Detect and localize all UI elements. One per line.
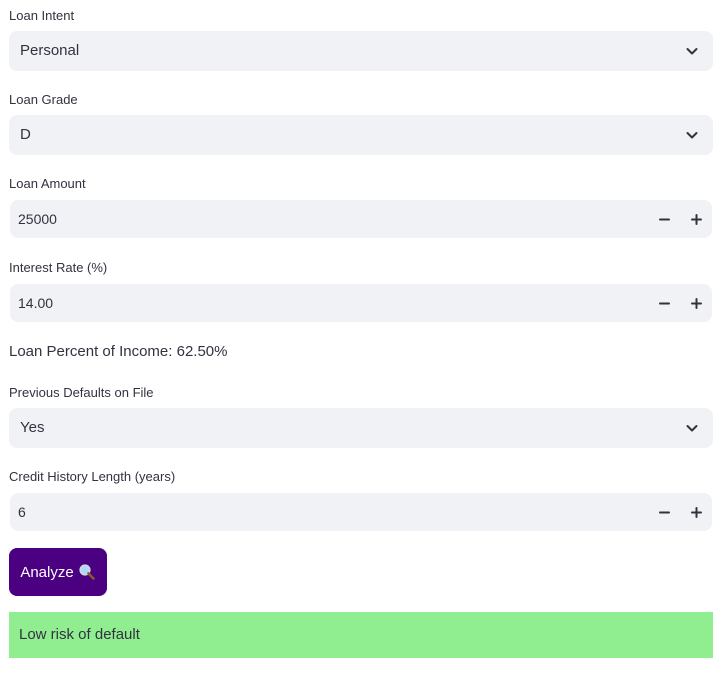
credit-history-label: Credit History Length (years)	[9, 469, 176, 484]
credit-history-value: 6	[18, 504, 26, 520]
previous-defaults-label: Previous Defaults on File	[9, 385, 154, 400]
interest-rate-increment-button[interactable]	[680, 284, 712, 322]
loan-grade-value: D	[20, 126, 31, 143]
loan-grade-label: Loan Grade	[9, 92, 78, 107]
loan-amount-input[interactable]: 25000	[10, 200, 712, 238]
loan-amount-increment-button[interactable]	[680, 200, 712, 238]
loan-percent-income-text: Loan Percent of Income: 62.50%	[9, 343, 228, 360]
previous-defaults-value: Yes	[20, 419, 45, 436]
plus-icon	[690, 506, 702, 518]
credit-history-input[interactable]: 6	[10, 493, 712, 531]
chevron-down-icon	[686, 48, 698, 55]
analyze-button[interactable]: Analyze	[9, 548, 107, 596]
previous-defaults-select[interactable]: Yes	[9, 408, 713, 448]
loan-intent-select[interactable]: Personal	[9, 31, 713, 71]
loan-amount-value: 25000	[18, 211, 57, 227]
loan-intent-label: Loan Intent	[9, 8, 75, 23]
plus-icon	[690, 297, 702, 309]
loan-amount-decrement-button[interactable]	[648, 200, 680, 238]
loan-amount-label: Loan Amount	[9, 176, 86, 191]
interest-rate-label: Interest Rate (%)	[9, 260, 108, 275]
interest-rate-decrement-button[interactable]	[648, 284, 680, 322]
loan-intent-value: Personal	[20, 42, 80, 59]
chevron-down-icon	[686, 425, 698, 432]
minus-icon	[658, 218, 670, 220]
minus-icon	[658, 511, 670, 513]
plus-icon	[690, 213, 702, 225]
result-alert: Low risk of default	[9, 612, 713, 658]
interest-rate-input[interactable]: 14.00	[10, 284, 712, 322]
chevron-down-icon	[686, 132, 698, 139]
minus-icon	[658, 302, 670, 304]
analyze-button-label: Analyze	[20, 563, 74, 581]
loan-grade-select[interactable]: D	[9, 115, 713, 155]
credit-history-decrement-button[interactable]	[648, 493, 680, 531]
result-text: Low risk of default	[19, 626, 140, 643]
credit-history-increment-button[interactable]	[680, 493, 712, 531]
magnifying-glass-icon	[79, 564, 95, 580]
interest-rate-value: 14.00	[18, 295, 54, 311]
